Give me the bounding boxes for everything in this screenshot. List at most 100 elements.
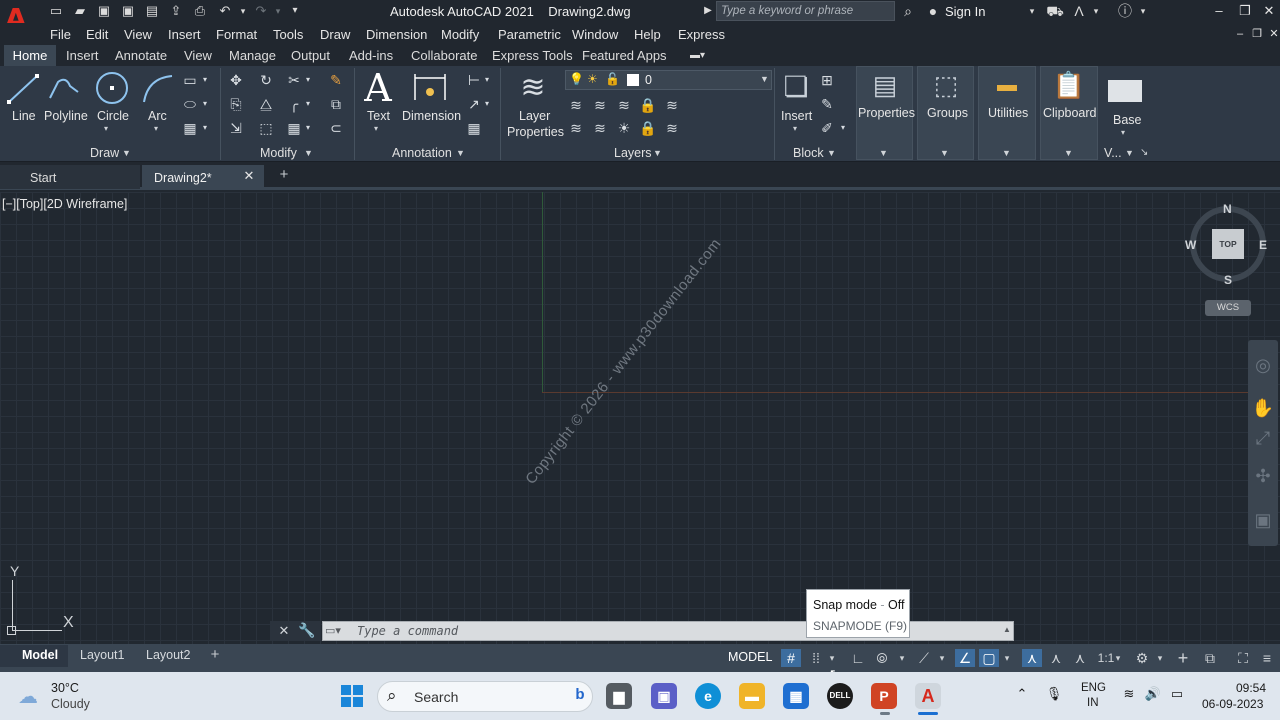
- layer-tool-9-icon[interactable]: 🔒: [638, 119, 658, 137]
- help-search-input[interactable]: Type a keyword or phrase: [716, 1, 895, 21]
- powerpoint-icon[interactable]: P: [871, 683, 897, 709]
- autodesk-a360-icon[interactable]: Ʌ: [1069, 2, 1089, 20]
- layer-tool-1-icon[interactable]: ≋: [566, 96, 586, 114]
- input-language[interactable]: ENG: [1081, 682, 1106, 694]
- draw-panel-title[interactable]: Draw: [90, 146, 119, 160]
- redo-dropdown-icon[interactable]: ▾: [269, 3, 287, 19]
- menu-tools[interactable]: Tools: [273, 27, 303, 42]
- workspace-dropdown-icon[interactable]: ▾: [1154, 649, 1166, 667]
- layer-properties-label-line2[interactable]: Properties: [507, 125, 564, 139]
- tray-overflow-icon[interactable]: ⌃: [1013, 686, 1031, 704]
- tab-add-ins[interactable]: Add-ins: [349, 48, 393, 63]
- tab-manage[interactable]: Manage: [229, 48, 276, 63]
- offset-icon[interactable]: ⊂: [326, 119, 346, 137]
- snap-mode-icon[interactable]: ⁞⁞: [806, 649, 826, 667]
- insert-block-icon[interactable]: ❏: [779, 70, 813, 106]
- viewcube-top-face[interactable]: TOP: [1212, 229, 1244, 259]
- fullscreen-icon[interactable]: ⛶: [1233, 649, 1253, 667]
- annotation-visibility-icon[interactable]: ⋏: [1022, 649, 1042, 667]
- customize-qat-icon[interactable]: ▾: [286, 3, 304, 19]
- leader-dropdown-icon[interactable]: ▾: [482, 95, 492, 113]
- arc-dropdown-icon[interactable]: ▾: [154, 124, 158, 133]
- fillet-icon[interactable]: ╭: [284, 95, 304, 113]
- new-tab-icon[interactable]: +: [277, 167, 291, 182]
- recent-commands-icon[interactable]: ▭▾: [325, 624, 351, 638]
- input-region[interactable]: IN: [1087, 697, 1099, 709]
- modify-panel-dropdown-icon[interactable]: ▼: [304, 148, 313, 158]
- undo-dropdown-icon[interactable]: ▾: [234, 3, 252, 19]
- edit-block-icon[interactable]: ✎: [817, 95, 837, 113]
- dimension-label[interactable]: Dimension: [402, 109, 461, 123]
- ribbon-toggle-icon[interactable]: ▬▾: [690, 50, 712, 61]
- cart-icon[interactable]: ⛟: [1045, 2, 1065, 20]
- annotation-scale-icon[interactable]: ⋏: [1070, 649, 1090, 667]
- circle-icon[interactable]: [94, 70, 130, 106]
- layer-thaw-icon[interactable]: ☀: [587, 72, 598, 86]
- edge-browser-icon[interactable]: e: [695, 683, 721, 709]
- close-icon[interactable]: ✕: [1257, 2, 1280, 20]
- layer-dropdown-arrow-icon[interactable]: ▼: [760, 74, 769, 84]
- wcs-menu[interactable]: WCS: [1205, 300, 1251, 316]
- menu-window[interactable]: Window: [572, 27, 618, 42]
- microphone-icon[interactable]: 🎙: [1045, 686, 1063, 704]
- layer-tool-10-icon[interactable]: ≋: [662, 119, 682, 137]
- trim-dropdown-icon[interactable]: ▾: [303, 71, 313, 89]
- pan-icon[interactable]: ✋: [1251, 398, 1275, 420]
- new-layout-icon[interactable]: +: [208, 646, 222, 663]
- base-dropdown-icon[interactable]: ▾: [1121, 128, 1125, 137]
- copy-icon[interactable]: ⎘: [226, 95, 246, 113]
- ellipse-icon[interactable]: ⬭: [180, 95, 200, 113]
- help-icon[interactable]: ⓘ: [1115, 2, 1135, 20]
- save-as-icon[interactable]: ▣: [119, 3, 137, 19]
- layer-properties-label-line1[interactable]: Layer: [519, 109, 550, 123]
- sign-in-button[interactable]: Sign In: [945, 4, 985, 19]
- orbit-icon[interactable]: ✣: [1251, 466, 1275, 488]
- compass-west[interactable]: W: [1185, 238, 1196, 252]
- polyline-icon[interactable]: [46, 72, 82, 106]
- view-panel-launcher-icon[interactable]: ↘: [1140, 147, 1148, 158]
- hatch-dropdown-icon[interactable]: ▾: [200, 119, 210, 137]
- properties-label[interactable]: Properties: [858, 106, 915, 120]
- battery-icon[interactable]: ▭: [1168, 686, 1186, 704]
- scale-dropdown-icon[interactable]: ▾: [1112, 649, 1124, 667]
- save-icon[interactable]: ▣: [95, 3, 113, 19]
- move-icon[interactable]: ✥: [226, 71, 246, 89]
- polar-dropdown-icon[interactable]: ▾: [896, 649, 908, 667]
- command-input[interactable]: Type a command: [322, 621, 1014, 641]
- annotation-panel-dropdown-icon[interactable]: ▼: [456, 148, 465, 158]
- viewport-controls[interactable]: [−][Top][2D Wireframe]: [2, 197, 127, 211]
- minimize-icon[interactable]: –: [1207, 2, 1231, 20]
- file-explorer-icon[interactable]: ▬: [739, 683, 765, 709]
- menu-modify[interactable]: Modify: [441, 27, 479, 42]
- wifi-icon[interactable]: ≋: [1120, 686, 1138, 704]
- object-snap-tracking-icon[interactable]: ∠: [955, 649, 975, 667]
- insert-label[interactable]: Insert: [781, 109, 812, 123]
- layer-tool-5-icon[interactable]: ≋: [662, 96, 682, 114]
- menu-format[interactable]: Format: [216, 27, 257, 42]
- tab-annotate[interactable]: Annotate: [115, 48, 167, 63]
- annotation-panel-title[interactable]: Annotation: [392, 146, 452, 160]
- explode-icon[interactable]: ⧉: [326, 95, 346, 113]
- clipboard-label[interactable]: Clipboard: [1043, 106, 1097, 120]
- tab-featured-apps[interactable]: Featured Apps: [582, 48, 667, 63]
- layer-tool-4-icon[interactable]: 🔒: [638, 96, 658, 114]
- base-label[interactable]: Base: [1113, 113, 1142, 127]
- model-space-toggle[interactable]: MODEL: [728, 650, 772, 664]
- workspace-gear-icon[interactable]: ⚙: [1132, 649, 1152, 667]
- view-panel-dropdown-icon[interactable]: ▼: [1125, 148, 1134, 158]
- command-customize-icon[interactable]: 🔧: [298, 622, 315, 638]
- doc-close-icon[interactable]: ✕: [1262, 25, 1280, 43]
- hatch-icon[interactable]: ▦: [180, 119, 200, 137]
- menu-file[interactable]: File: [50, 27, 71, 42]
- array-dropdown-icon[interactable]: ▾: [303, 119, 313, 137]
- tab-home[interactable]: Home: [4, 45, 56, 66]
- steering-wheel-icon[interactable]: ◎: [1251, 355, 1275, 377]
- edit-attributes-icon[interactable]: ✐: [817, 119, 837, 137]
- rectangle-icon[interactable]: ▭: [180, 71, 200, 89]
- fillet-dropdown-icon[interactable]: ▾: [303, 95, 313, 113]
- web-mobile-icon[interactable]: ▤: [143, 3, 161, 19]
- plot-icon[interactable]: ⎙: [191, 3, 209, 19]
- layer-tool-7-icon[interactable]: ≋: [590, 119, 610, 137]
- leader-icon[interactable]: ↗: [464, 95, 484, 113]
- text-dropdown-icon[interactable]: ▾: [374, 124, 378, 133]
